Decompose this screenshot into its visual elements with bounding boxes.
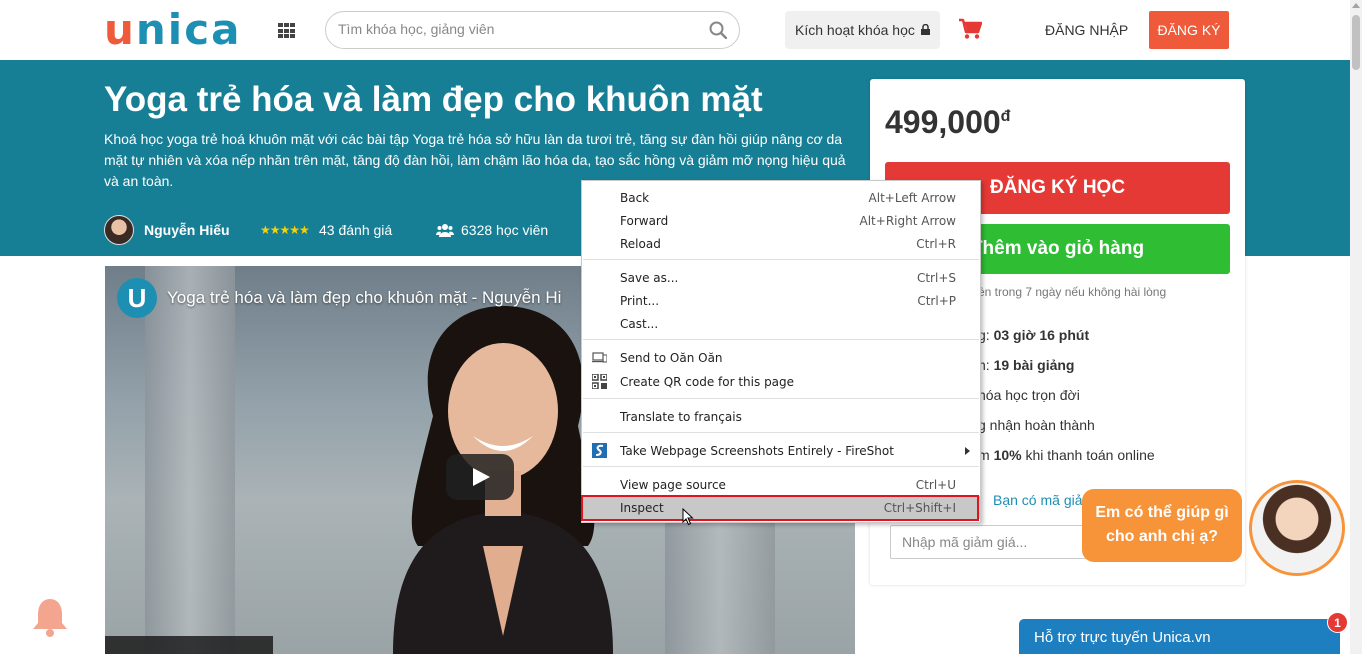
chat-agent-avatar[interactable] xyxy=(1249,480,1345,576)
context-menu-separator xyxy=(583,339,979,340)
qr-code-icon xyxy=(592,374,607,389)
users-icon xyxy=(436,224,454,237)
browser-context-menu: Back Alt+Left Arrow Forward Alt+Right Arro… xyxy=(581,180,981,523)
context-menu-reload[interactable]: Reload Ctrl+R xyxy=(582,232,980,255)
course-title: Yoga trẻ hóa và làm đẹp cho khuôn mặt xyxy=(104,80,763,119)
search-box xyxy=(325,11,740,49)
context-menu-fireshot[interactable]: Take Webpage Screenshots Entirely - Fire… xyxy=(582,439,980,462)
context-menu-view-source[interactable]: View page source Ctrl+U xyxy=(582,473,980,496)
scrollbar-thumb[interactable] xyxy=(1352,15,1360,70)
background-pillar xyxy=(145,266,235,654)
context-menu-translate[interactable]: Translate to français xyxy=(582,405,980,428)
context-menu-separator xyxy=(583,398,979,399)
register-button[interactable]: ĐĂNG KÝ xyxy=(1149,11,1229,49)
duration-info: g: 03 giờ 16 phút xyxy=(978,327,1090,343)
course-price: 499,000đ xyxy=(885,104,1011,140)
chat-bubble[interactable]: Em có thể giúp gì cho anh chị ạ? xyxy=(1082,489,1242,562)
chat-bubble-line-2: cho anh chị ạ? xyxy=(1105,528,1218,545)
discount-info: m 10% khi thanh toán online xyxy=(978,447,1155,463)
logo-text: nica xyxy=(135,5,242,54)
refund-note: ền trong 7 ngày nếu không hài lòng xyxy=(978,285,1167,299)
coupon-input[interactable] xyxy=(890,525,1090,559)
context-menu-cast[interactable]: Cast... xyxy=(582,312,980,335)
categories-grid-icon[interactable] xyxy=(278,23,296,39)
lock-icon xyxy=(921,24,930,35)
online-support-bar[interactable]: Hỗ trợ trực tuyến Unica.vn xyxy=(1019,619,1340,654)
video-title[interactable]: Yoga trẻ hóa và làm đẹp cho khuôn mặt - … xyxy=(167,288,561,308)
context-menu-forward[interactable]: Forward Alt+Right Arrow xyxy=(582,209,980,232)
chat-bubble-line-1: Em có thể giúp gì xyxy=(1095,504,1229,521)
mouse-cursor-icon xyxy=(682,508,694,526)
rating-count: 43 đánh giá xyxy=(319,222,393,238)
play-icon[interactable] xyxy=(446,454,514,500)
context-menu-create-qr[interactable]: Create QR code for this page xyxy=(582,370,980,393)
support-badge: 1 xyxy=(1327,612,1348,633)
context-menu-separator xyxy=(583,466,979,467)
login-link[interactable]: ĐĂNG NHẬP xyxy=(1045,22,1128,38)
context-menu-save-as[interactable]: Save as... Ctrl+S xyxy=(582,266,980,289)
notification-bell-icon[interactable] xyxy=(31,596,69,638)
rating-stars-icon: ★★★★★ xyxy=(260,223,310,237)
video-control-bar[interactable] xyxy=(105,636,273,654)
lessons-info: n: 19 bài giảng xyxy=(978,357,1075,373)
author-name[interactable]: Nguyễn Hiếu xyxy=(144,222,230,238)
context-menu-separator xyxy=(583,259,979,260)
cart-icon[interactable] xyxy=(958,18,982,40)
activate-course-button[interactable]: Kích hoạt khóa học xyxy=(785,11,940,49)
page-scrollbar[interactable] xyxy=(1350,0,1362,654)
lifetime-access-info: hóa học trọn đời xyxy=(978,387,1080,403)
unica-logo[interactable]: unica xyxy=(104,8,241,52)
scroll-up-arrow-icon[interactable] xyxy=(1352,3,1360,8)
coupon-link[interactable]: Bạn có mã giả xyxy=(993,492,1083,508)
student-count: 6328 học viên xyxy=(461,222,549,238)
search-input[interactable] xyxy=(338,21,698,37)
channel-logo[interactable]: U xyxy=(117,278,157,318)
fireshot-icon xyxy=(592,443,607,458)
context-menu-back[interactable]: Back Alt+Left Arrow xyxy=(582,186,980,209)
search-icon[interactable] xyxy=(709,21,727,39)
context-menu-print[interactable]: Print... Ctrl+P xyxy=(582,289,980,312)
device-icon xyxy=(592,352,607,363)
certificate-info: g nhận hoàn thành xyxy=(978,417,1095,433)
context-menu-send-to-device[interactable]: Send to Oăn Oăn xyxy=(582,346,980,369)
inspect-highlight-box xyxy=(581,495,979,521)
context-menu-separator xyxy=(583,432,979,433)
site-header: unica Kích hoạt khóa học ĐĂNG NHẬP ĐĂNG … xyxy=(0,0,1350,60)
submenu-arrow-icon xyxy=(965,447,970,455)
logo-u: u xyxy=(104,5,136,54)
activate-course-label: Kích hoạt khóa học xyxy=(795,22,915,38)
author-avatar[interactable] xyxy=(104,215,134,245)
